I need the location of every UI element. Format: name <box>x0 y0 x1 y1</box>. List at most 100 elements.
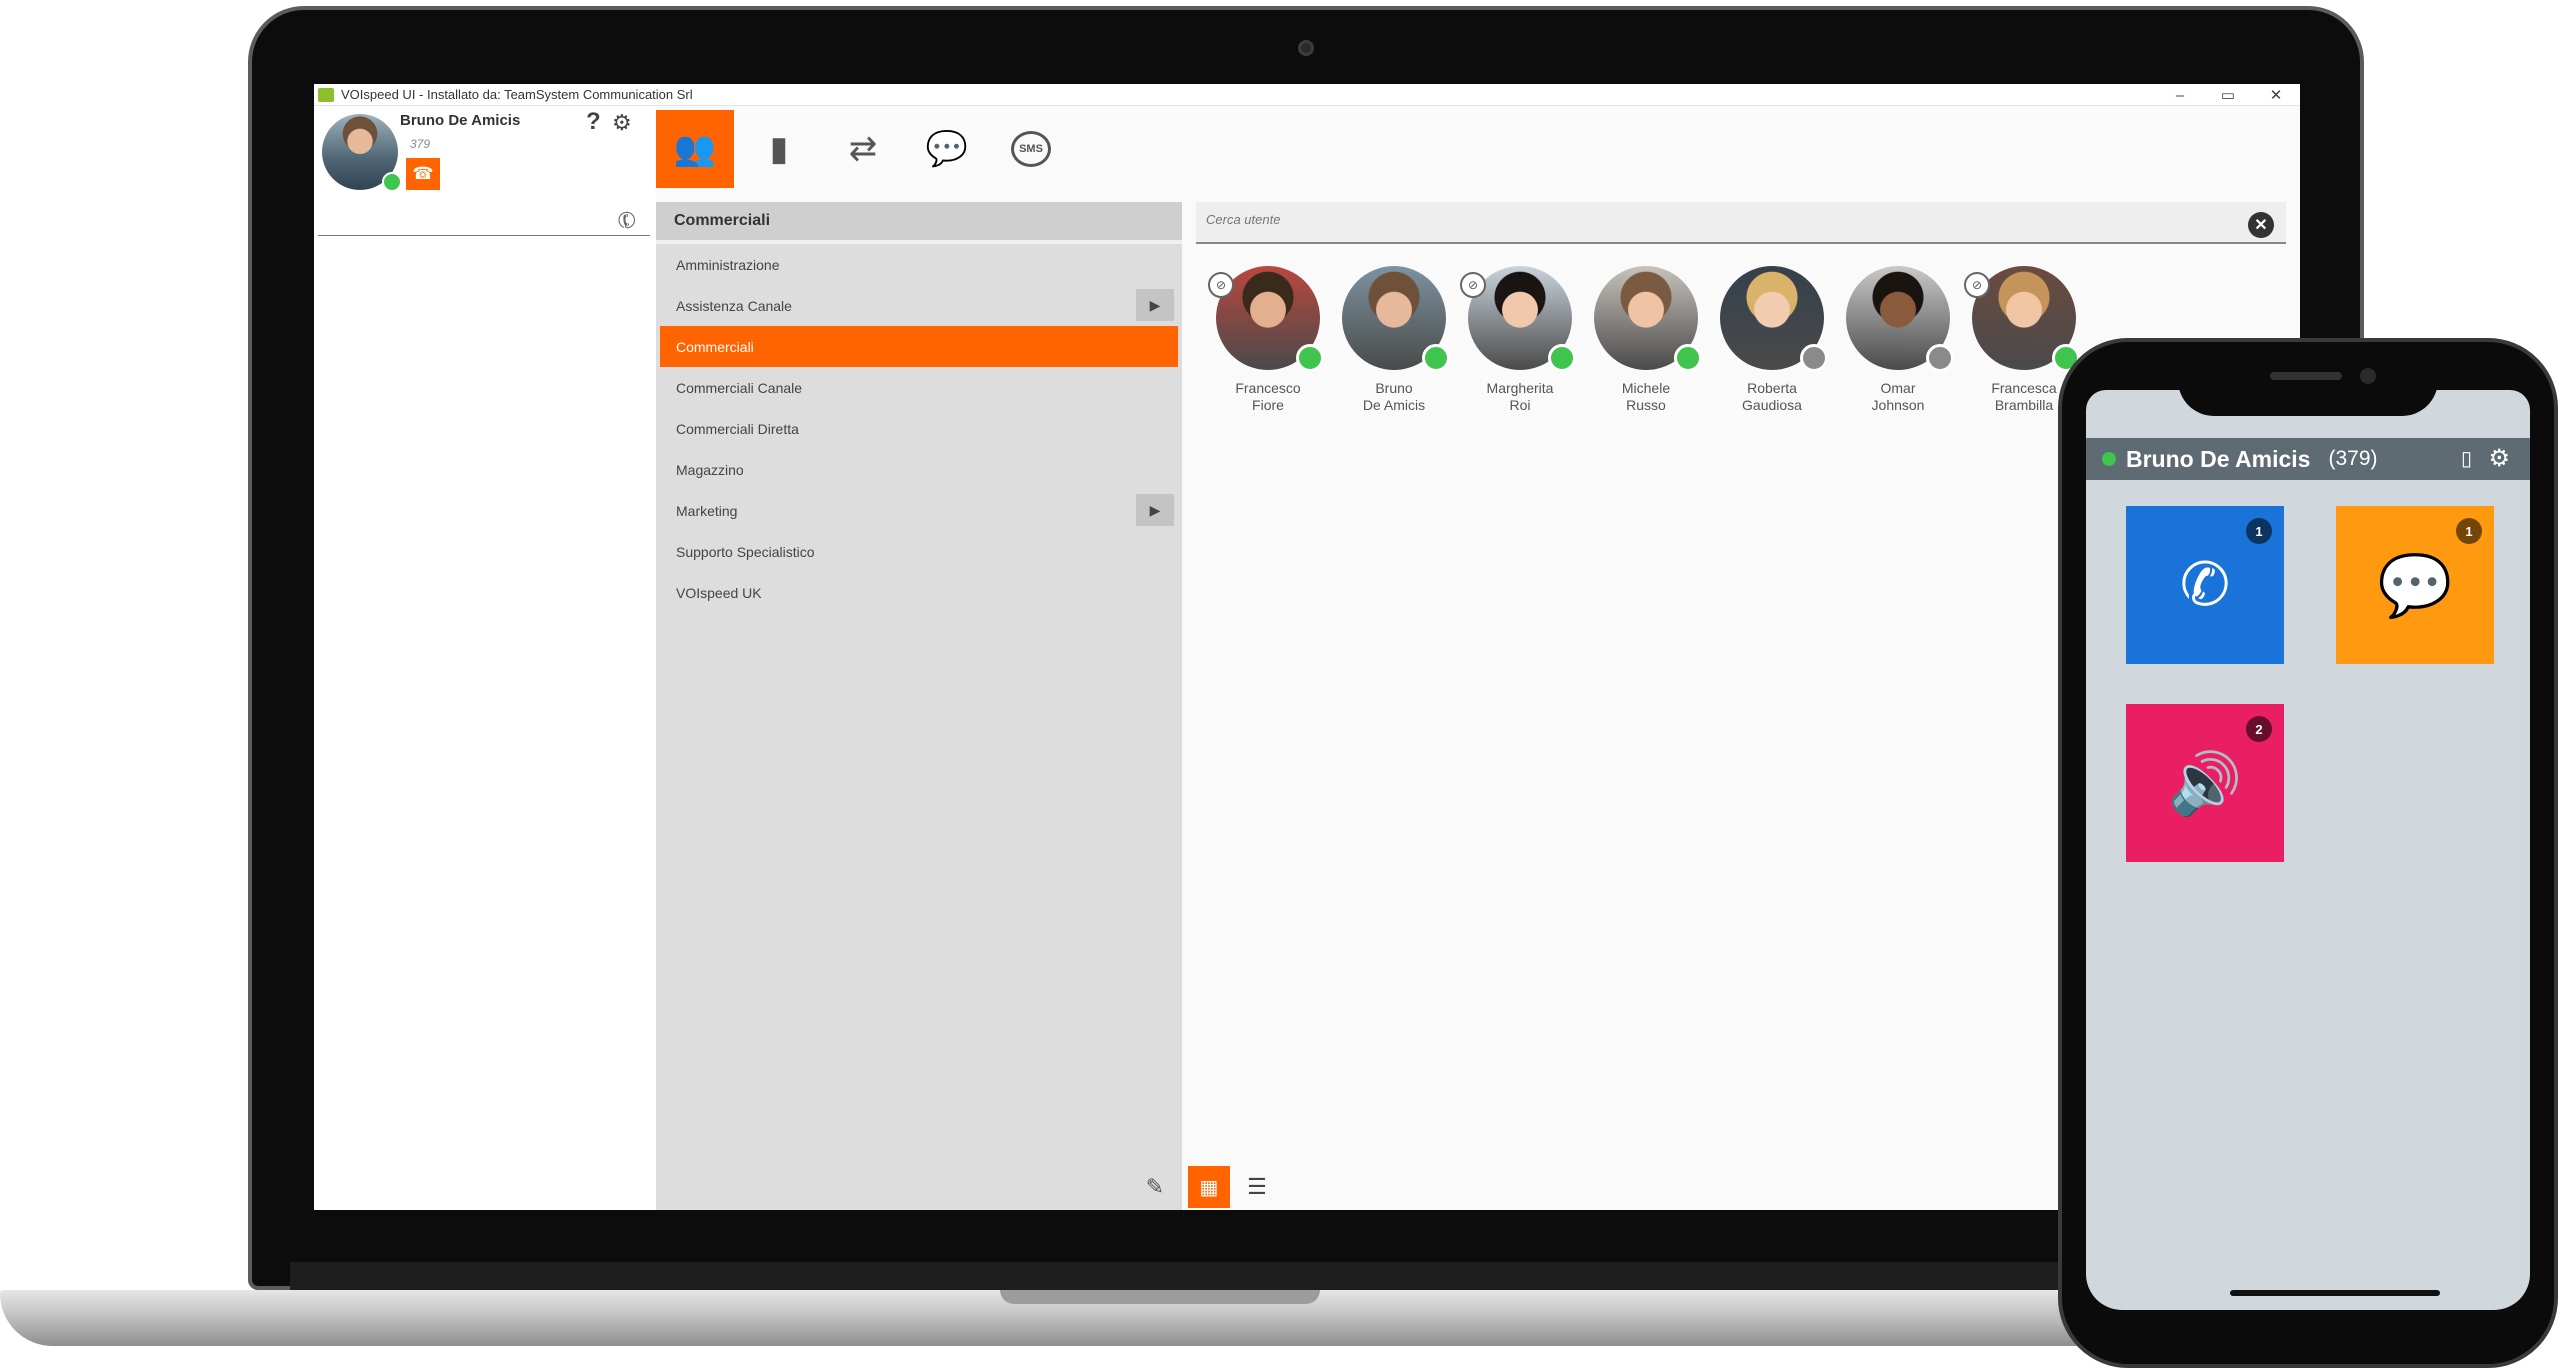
app-logo-icon <box>318 87 334 102</box>
restore-button[interactable]: ▭ <box>2204 84 2252 106</box>
group-item-label: Amministrazione <box>676 256 780 273</box>
user-last-name: Roi <box>1509 397 1531 413</box>
user-name: Margherita Roi <box>1452 380 1588 414</box>
list-view-button[interactable]: ☰ <box>1240 1170 1274 1204</box>
sms-icon: SMS <box>1011 131 1051 167</box>
group-item-label: Marketing <box>676 502 738 519</box>
chat-tab[interactable]: 💬 <box>908 110 986 188</box>
group-item-label: Commerciali <box>676 338 754 355</box>
user-first-name: Margherita <box>1486 380 1554 396</box>
group-item[interactable]: Magazzino <box>656 449 1182 490</box>
calls-icon: ✆ <box>2179 551 2231 618</box>
user-card[interactable]: ⊘ Francesca Brambilla <box>1956 266 2080 416</box>
phonebook-icon: ▮ <box>769 130 789 168</box>
phone-status-button[interactable]: ☎ <box>406 158 440 190</box>
user-card[interactable]: ⊘ Margherita Roi <box>1452 266 1576 416</box>
mobile-user-extension: (379) <box>2328 447 2378 470</box>
minimize-button[interactable]: – <box>2156 84 2204 106</box>
user-name: Michele Russo <box>1578 380 1714 414</box>
group-item-label: Assistenza Canale <box>676 297 792 314</box>
user-status-indicator <box>1926 344 1954 372</box>
list-icon: ☰ <box>1247 1174 1267 1199</box>
user-name: Roberta Gaudiosa <box>1704 380 1840 414</box>
calls-tile[interactable]: ✆ 1 <box>2126 506 2284 664</box>
search-input[interactable] <box>1206 212 2106 227</box>
phonebook-tab[interactable]: ▮ <box>740 110 818 188</box>
home-indicator <box>2230 1290 2440 1296</box>
group-item[interactable]: Commerciali <box>660 326 1178 367</box>
close-button[interactable]: ✕ <box>2252 84 2300 106</box>
tile-badge: 2 <box>2246 716 2272 742</box>
user-card[interactable]: ⊘ Francesco Fiore <box>1200 266 1324 416</box>
group-item[interactable]: Supporto Specialistico <box>656 531 1182 572</box>
mobile-app-screen: Bruno De Amicis (379) ▯ ⚙ ✆ 1 💬 1 🔊 2 <box>2086 390 2530 1310</box>
help-icon[interactable]: ? <box>586 108 601 136</box>
expand-arrow-icon[interactable]: ▶ <box>1136 289 1174 321</box>
chat-icon: 💬 <box>925 130 969 168</box>
mobile-user-name: Bruno De Amicis <box>2126 445 2311 472</box>
settings-icon[interactable]: ⚙ <box>612 110 632 136</box>
users-tab[interactable]: 👥 <box>656 110 734 188</box>
expand-arrow-icon[interactable]: ▶ <box>1136 494 1174 526</box>
phone-notch <box>2178 356 2438 416</box>
grid-view-button[interactable]: ▦ <box>1188 1166 1230 1208</box>
group-item[interactable]: Commerciali Diretta <box>656 408 1182 449</box>
mobile-device-icon[interactable]: ▯ <box>2461 446 2472 471</box>
chat-tile[interactable]: 💬 1 <box>2336 506 2494 664</box>
group-item-label: Magazzino <box>676 461 744 478</box>
user-first-name: Michele <box>1621 380 1671 396</box>
group-item[interactable]: Marketing ▶ <box>656 490 1182 531</box>
main-toolbar: 👥 ▮ ⇄ 💬 SMS <box>656 106 2300 194</box>
group-item-label: Supporto Specialistico <box>676 543 815 560</box>
title-bar: VOIspeed UI - Installato da: TeamSystem … <box>314 84 2300 106</box>
phone-speaker <box>2270 372 2342 380</box>
tile-badge: 1 <box>2456 518 2482 544</box>
group-item-label: Commerciali Diretta <box>676 420 799 437</box>
mobile-gear-icon[interactable]: ⚙ <box>2488 444 2510 473</box>
group-item[interactable]: Assistenza Canale ▶ <box>656 285 1182 326</box>
group-item[interactable]: Commerciali Canale <box>656 367 1182 408</box>
groups-header: Commerciali <box>656 202 1182 244</box>
user-card[interactable]: Omar Johnson <box>1830 266 1954 416</box>
group-item[interactable]: Amministrazione <box>656 244 1182 285</box>
user-first-name: Roberta <box>1747 380 1797 396</box>
desktop-app-window: VOIspeed UI - Installato da: TeamSystem … <box>314 84 2300 1210</box>
voicemail-icon: 🔊 <box>2167 749 2243 817</box>
user-status-indicator <box>1422 344 1450 372</box>
user-name: Francesco Fiore <box>1200 380 1336 414</box>
laptop-hinge <box>290 1262 2090 1290</box>
users-icon: 👥 <box>673 130 717 168</box>
dial-phone-icon[interactable]: ✆ <box>612 205 641 237</box>
group-item-label: Commerciali Canale <box>676 379 803 396</box>
sms-tab[interactable]: SMS <box>992 110 1070 188</box>
user-status-indicator <box>1548 344 1576 372</box>
clear-search-icon[interactable]: ✕ <box>2248 212 2274 238</box>
voicemail-tile[interactable]: 🔊 2 <box>2126 704 2284 862</box>
dial-field[interactable]: ✆ <box>318 205 650 237</box>
group-item[interactable]: VOIspeed UK <box>656 572 1182 613</box>
edit-groups-icon[interactable]: ✎ <box>1146 1174 1164 1200</box>
phone-camera <box>2360 368 2376 384</box>
user-last-name: Russo <box>1626 397 1666 413</box>
user-status-indicator <box>1296 344 1324 372</box>
user-first-name: Omar <box>1880 380 1916 396</box>
left-panel: Bruno De Amicis 379 ☎ ? ⚙ ✆ <box>314 106 656 1210</box>
chat-status-icon: ⊘ <box>1460 272 1486 298</box>
user-last-name: De Amicis <box>1362 397 1426 413</box>
user-first-name: Bruno <box>1375 380 1413 396</box>
group-list: Amministrazione Assistenza Canale ▶ Commerc… <box>656 244 1182 613</box>
user-card[interactable]: Bruno De Amicis <box>1326 266 1450 416</box>
my-extension: 379 <box>410 137 431 151</box>
user-card[interactable]: Roberta Gaudiosa <box>1704 266 1828 416</box>
user-name: Omar Johnson <box>1830 380 1966 414</box>
user-status-indicator <box>1800 344 1828 372</box>
search-bar: ✕ <box>1196 202 2286 244</box>
call-history-tab[interactable]: ⇄ <box>824 110 902 188</box>
user-name: Bruno De Amicis <box>1326 380 1462 414</box>
user-first-name: Francesco <box>1235 380 1301 396</box>
user-card[interactable]: Michele Russo <box>1578 266 1702 416</box>
user-last-name: Gaudiosa <box>1742 397 1802 413</box>
mobile-header: Bruno De Amicis (379) ▯ ⚙ <box>2086 438 2530 480</box>
tile-badge: 1 <box>2246 518 2272 544</box>
grid-icon: ▦ <box>1199 1176 1219 1199</box>
